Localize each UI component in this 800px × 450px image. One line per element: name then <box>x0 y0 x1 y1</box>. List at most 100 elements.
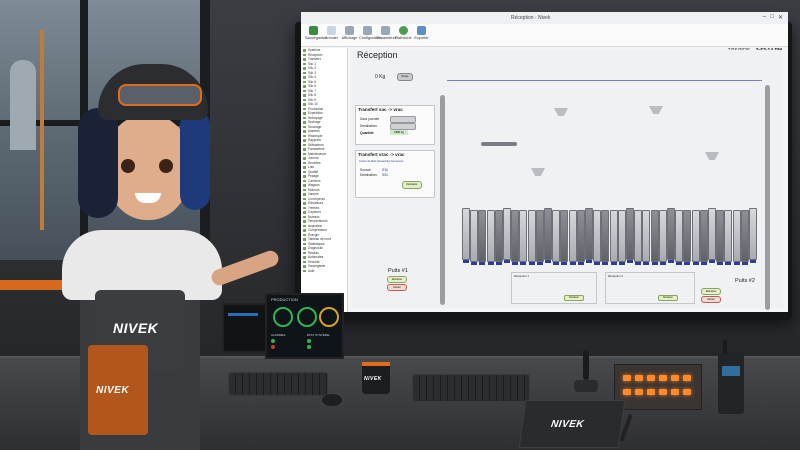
silo-tank[interactable] <box>494 210 503 265</box>
silo-outlet <box>700 262 707 265</box>
ribbon-config-button[interactable]: Configuration <box>359 26 382 43</box>
panel-led-button[interactable] <box>647 375 655 381</box>
panel-led-button[interactable] <box>659 375 667 381</box>
silo-tank[interactable] <box>675 210 684 265</box>
silo-tank[interactable] <box>552 210 561 265</box>
silo-outlet <box>545 260 551 263</box>
silo-tank[interactable] <box>601 210 610 265</box>
silo-outlet <box>594 262 601 265</box>
silo-tank[interactable] <box>683 210 692 265</box>
maximize-icon[interactable]: □ <box>770 14 774 20</box>
ribbon-cancel-button[interactable]: Annuler <box>323 26 340 43</box>
right-eye <box>159 159 173 173</box>
overalls-logo: NIVEK <box>113 320 159 336</box>
silo-tank[interactable] <box>511 210 520 265</box>
silo-tank[interactable] <box>527 210 536 265</box>
silo-outlet <box>741 262 748 265</box>
silo-tank[interactable] <box>634 210 643 265</box>
silo-tank[interactable] <box>478 210 487 265</box>
silo-tank[interactable] <box>626 208 634 263</box>
silo-tank[interactable] <box>691 210 700 265</box>
panel-led-button[interactable] <box>683 389 691 395</box>
panel-led-button[interactable] <box>623 389 631 395</box>
panel-led-button[interactable] <box>671 375 679 381</box>
well-1-stop-button[interactable]: Arrêter <box>387 284 407 291</box>
view-icon <box>345 26 354 35</box>
panel-bag-to-bulk: Transfert sac -> vrac Sacs journée Desti… <box>355 105 435 145</box>
reception-1-start-button[interactable]: Démarrer <box>564 295 584 301</box>
silo-outlet <box>487 262 494 265</box>
silo-outlet <box>504 260 510 263</box>
ribbon-view-button[interactable]: Affichage <box>341 26 358 43</box>
silo-tank[interactable] <box>617 210 626 265</box>
bags-day-field[interactable] <box>390 116 416 123</box>
silo-outlet <box>692 262 699 265</box>
silo-outlet <box>512 262 519 265</box>
ribbon-export-button[interactable]: Exporter <box>413 26 430 43</box>
minimize-icon[interactable]: – <box>763 14 766 20</box>
cap <box>98 64 208 120</box>
keyboard-right[interactable] <box>412 374 530 402</box>
silo-tank[interactable] <box>716 210 725 265</box>
silo-tank[interactable] <box>650 210 659 265</box>
silo-tank[interactable] <box>609 210 618 265</box>
silo-tank[interactable] <box>667 208 675 263</box>
silo-tank[interactable] <box>486 210 495 265</box>
ribbon-button-label: Affichage <box>341 36 358 40</box>
silo-tank[interactable] <box>503 208 511 263</box>
silo-tank[interactable] <box>658 210 667 265</box>
coffee-mug: NIVEK <box>362 362 390 394</box>
conveyor-belt <box>481 142 517 146</box>
silo-tank[interactable] <box>576 210 585 265</box>
silo-tank[interactable] <box>470 210 479 265</box>
silo-tank[interactable] <box>708 208 716 263</box>
panel-led-button[interactable] <box>671 389 679 395</box>
reception-2-box: Réception 2 Démarrer <box>605 272 695 304</box>
silo-tank[interactable] <box>642 210 651 265</box>
walkie-talkie <box>718 340 744 414</box>
silo-tank[interactable] <box>724 210 733 265</box>
silo-tank[interactable] <box>740 210 749 265</box>
silo-tank[interactable] <box>593 210 602 265</box>
silo-tank[interactable] <box>560 210 569 265</box>
well-1-start-button[interactable]: Démarrer <box>387 276 407 283</box>
silo-tank[interactable] <box>544 208 552 263</box>
transfer-line <box>447 80 762 81</box>
silo-tank[interactable] <box>749 208 757 263</box>
silo-tank[interactable] <box>732 210 741 265</box>
silo-tank[interactable] <box>535 210 544 265</box>
ribbon-settings-button[interactable]: Paramètres <box>377 26 397 43</box>
reception-2-start-button[interactable]: Démarrer <box>658 295 678 301</box>
well-2-start-button[interactable]: Démarrer <box>701 288 721 295</box>
field-label: Quantité: <box>360 131 375 135</box>
joystick[interactable] <box>574 350 598 394</box>
well-2-stop-button[interactable]: Arrêter <box>701 296 721 303</box>
silo-tank[interactable] <box>462 208 470 263</box>
well-2-label: Puits #2 <box>735 278 755 284</box>
silo-outlet <box>471 262 478 265</box>
held-notebook-logo: NIVEK <box>96 385 130 396</box>
notebook-logo: NIVEK <box>550 419 585 430</box>
start-transfer-button[interactable]: Démarrer <box>402 181 422 189</box>
panel-led-button[interactable] <box>647 389 655 395</box>
silo-tank[interactable] <box>568 210 577 265</box>
held-notebook: NIVEK <box>88 345 148 435</box>
panel-led-button[interactable] <box>683 375 691 381</box>
close-icon[interactable]: ✕ <box>778 14 783 21</box>
silo-tank[interactable] <box>699 210 708 265</box>
scale-weight-readout: 0 Kg <box>375 74 386 80</box>
silo-outlet <box>553 262 560 265</box>
ribbon-save-button[interactable]: Sauvegarder <box>305 26 327 43</box>
panel-led-button[interactable] <box>635 389 643 395</box>
ribbon-refresh-button[interactable]: Rafraîchir <box>395 26 412 43</box>
silo-outlet <box>479 262 486 265</box>
silo-outlet <box>651 262 658 265</box>
silo-tank[interactable] <box>585 208 593 263</box>
reception-1-box: Réception 1 Démarrer <box>511 272 597 304</box>
panel-led-button[interactable] <box>659 389 667 395</box>
weigh-button[interactable]: Pesée <box>397 73 413 81</box>
destination-select[interactable] <box>390 123 416 130</box>
panel-led-button[interactable] <box>623 375 631 381</box>
silo-tank[interactable] <box>519 210 528 265</box>
panel-led-button[interactable] <box>635 375 643 381</box>
